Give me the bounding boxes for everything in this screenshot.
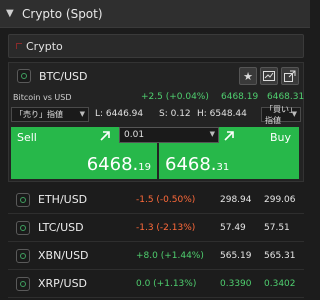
quantity-value: 0.01: [124, 130, 145, 140]
checkbox-dot-icon: [20, 196, 26, 203]
select-checkbox[interactable]: [17, 69, 31, 83]
low-value: L: 6446.94: [95, 109, 144, 119]
buy-price: 6468.31: [165, 154, 229, 175]
chevron-down-icon: ▼: [209, 130, 215, 138]
high-value: H: 6548.44: [197, 109, 247, 119]
list-item[interactable]: LTC/USD -1.3 (-2.13%) 57.49 57.51: [8, 214, 304, 242]
change-value: -1.3 (-2.13%): [136, 222, 196, 233]
corner-mark-icon: [16, 43, 22, 49]
panel-tools: ★: [239, 67, 299, 85]
list-item[interactable]: ETH/USD -1.5 (-0.50%) 298.94 299.06: [8, 186, 304, 214]
subsection-header[interactable]: Crypto: [8, 34, 304, 58]
checkbox-dot-icon: [21, 73, 27, 79]
ask-price: 57.51: [264, 222, 290, 233]
bid-summary: 6468.19: [221, 92, 259, 102]
checkbox-dot-icon: [20, 224, 26, 231]
popout-icon[interactable]: [281, 67, 299, 85]
bid-price: 0.3390: [220, 278, 252, 289]
symbol-description: Bitcoin vs USD: [13, 93, 72, 102]
bid-price: 57.49: [220, 222, 246, 233]
ask-price: 565.31: [264, 250, 296, 261]
checkbox-dot-icon: [20, 252, 26, 259]
watchlist: ETH/USD -1.5 (-0.50%) 298.94 299.06 LTC/…: [8, 186, 304, 298]
symbol-name: LTC/USD: [38, 221, 84, 234]
buy-order-type-select[interactable]: 「買い」指値 ▼: [261, 105, 301, 125]
subsection-label: Crypto: [26, 39, 63, 53]
bid-price: 298.94: [220, 194, 252, 205]
sell-order-type-select[interactable]: 「売り」指値 ▼: [11, 107, 89, 122]
symbol-row: BTC/USD ★: [9, 63, 303, 89]
change-value: -1.5 (-0.50%): [136, 194, 196, 205]
arrow-out-icon: [99, 130, 113, 144]
symbol-name: XBN/USD: [38, 249, 89, 262]
select-checkbox[interactable]: [16, 248, 30, 263]
symbol-name: ETH/USD: [38, 193, 88, 206]
section-title: Crypto (Spot): [22, 6, 103, 21]
change-value: +8.0 (+1.44%): [136, 250, 204, 261]
spread-value: S: 0.12: [159, 109, 191, 119]
symbol-name: BTC/USD: [39, 69, 88, 83]
ask-summary: 6468.31: [267, 92, 305, 102]
quote-summary-row: Bitcoin vs USD +2.5 (+0.04%) 6468.19 646…: [9, 91, 305, 105]
bid-price: 565.19: [220, 250, 252, 261]
chevron-down-icon: ▼: [79, 110, 85, 118]
chart-icon[interactable]: [260, 67, 278, 85]
select-checkbox[interactable]: [16, 192, 30, 207]
buy-label: Buy: [269, 131, 291, 144]
sell-price-main: 6468.: [86, 154, 139, 175]
section-header[interactable]: ▼ Crypto (Spot): [0, 0, 310, 28]
collapse-caret-icon[interactable]: ▼: [6, 8, 22, 19]
select-checkbox[interactable]: [16, 220, 30, 235]
sell-price: 6468.19: [87, 154, 151, 175]
list-item[interactable]: XBN/USD +8.0 (+1.44%) 565.19 565.31: [8, 242, 304, 270]
sell-price-fraction: 19: [138, 162, 151, 173]
ask-price: 299.06: [264, 194, 296, 205]
change-value: 0.0 (+1.13%): [136, 278, 197, 289]
select-checkbox[interactable]: [16, 276, 30, 291]
star-icon[interactable]: ★: [239, 67, 257, 85]
quantity-select[interactable]: 0.01 ▼: [119, 127, 219, 143]
buy-price-main: 6468.: [165, 154, 217, 175]
sell-label: Sell: [17, 131, 37, 144]
change-value: +2.5 (+0.04%): [141, 92, 209, 102]
list-item[interactable]: XRP/USD 0.0 (+1.13%) 0.3390 0.3402: [8, 270, 304, 298]
symbol-name: XRP/USD: [38, 277, 88, 290]
arrow-out-icon: [223, 130, 237, 144]
trade-panel: BTC/USD ★ Bitcoin vs USD +2.5 (+0.04%) 6…: [8, 62, 304, 182]
ask-price: 0.3402: [264, 278, 296, 289]
buy-price-fraction: 31: [216, 162, 230, 173]
chevron-down-icon: ▼: [291, 110, 297, 118]
sell-order-type-label: 「売り」指値: [15, 110, 63, 119]
order-type-row: 「売り」指値 ▼ L: 6446.94 S: 0.12 H: 6548.44 「買…: [9, 105, 303, 125]
checkbox-dot-icon: [20, 280, 26, 287]
